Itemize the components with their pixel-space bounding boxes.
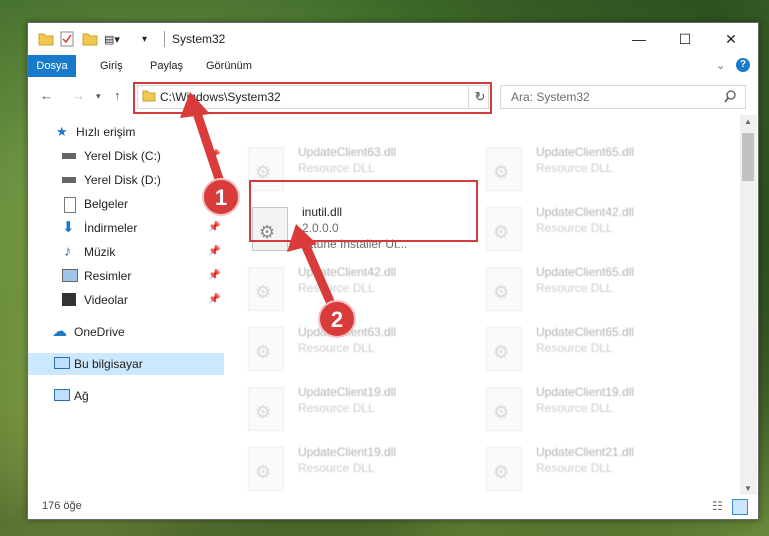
callout-step-1: 1 — [202, 178, 240, 216]
callout-step-2: 2 — [318, 300, 356, 338]
annotation-arrows — [180, 92, 337, 311]
